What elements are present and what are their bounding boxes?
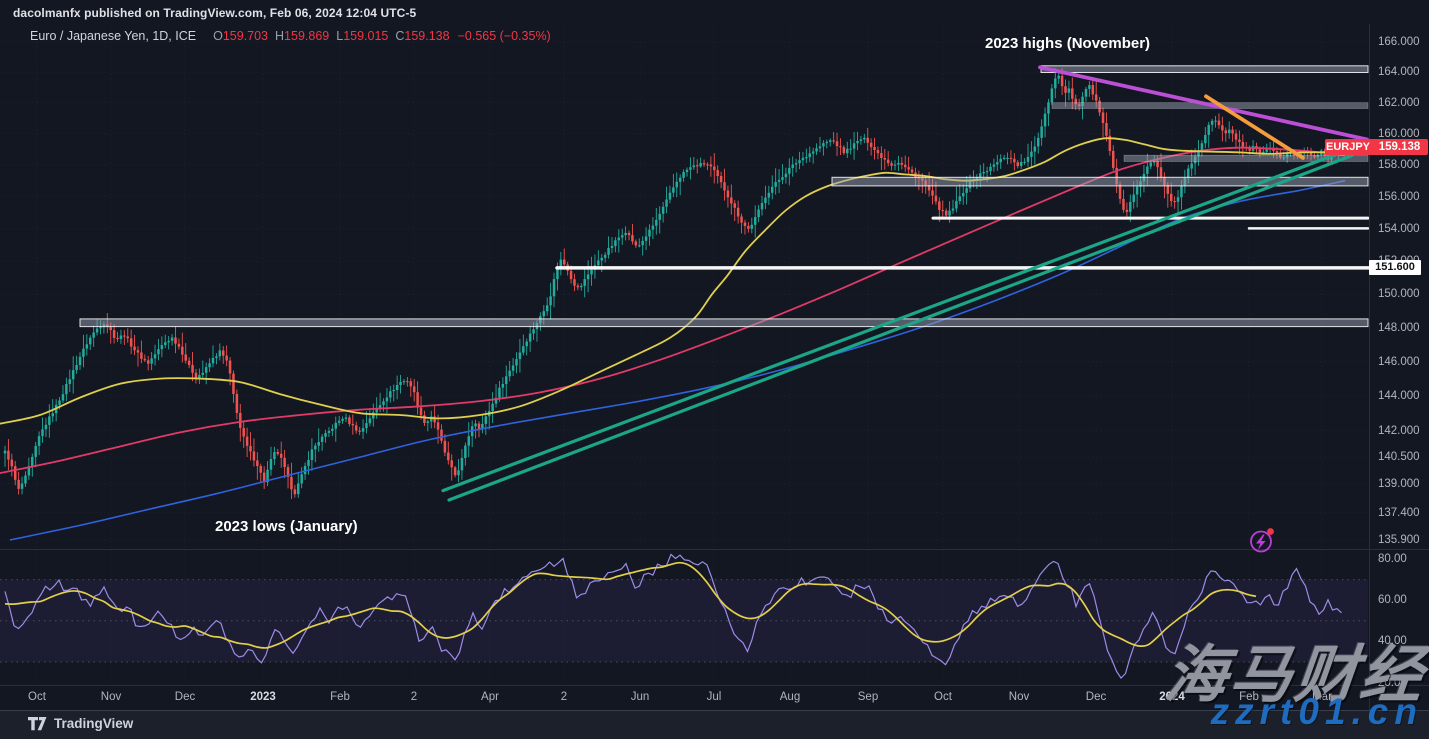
symbol-title[interactable]: Euro / Japanese Yen, 1D, ICE bbox=[30, 29, 196, 43]
flash-ideas-icon[interactable] bbox=[1247, 527, 1277, 555]
moving-averages-layer bbox=[0, 138, 1345, 540]
change-value: −0.565 (−0.35%) bbox=[458, 29, 551, 43]
tradingview-brand-text: TradingView bbox=[54, 716, 133, 731]
tradingview-logo-icon bbox=[28, 717, 47, 731]
tradingview-published-chart: dacolmanfx published on TradingView.com,… bbox=[0, 0, 1429, 739]
ohlc-open-label: O bbox=[213, 29, 223, 43]
notification-dot bbox=[1267, 528, 1274, 535]
ohlc-open-value: 159.703 bbox=[223, 29, 268, 43]
annotation-2023-highs: 2023 highs (November) bbox=[985, 35, 1150, 52]
ohlc-low-value: 159.015 bbox=[343, 29, 388, 43]
ohlc-close-value: 159.138 bbox=[404, 29, 449, 43]
last-price-badge: EURJPY 159.138 bbox=[1325, 139, 1428, 155]
tradingview-brand-link[interactable]: TradingView bbox=[28, 716, 133, 731]
ohlc-high-value: 159.869 bbox=[284, 29, 329, 43]
lightning-bolt-icon bbox=[1256, 535, 1266, 551]
last-price-badge-symbol: EURJPY bbox=[1325, 141, 1371, 153]
attribution-text: dacolmanfx published on TradingView.com,… bbox=[13, 6, 416, 20]
symbol-header: Euro / Japanese Yen, 1D, ICEO159.703H159… bbox=[30, 29, 551, 43]
annotation-2023-lows: 2023 lows (January) bbox=[215, 518, 358, 535]
level-151600-badge: 151.600 bbox=[1369, 260, 1421, 275]
ohlc-high-label: H bbox=[275, 29, 284, 43]
watermark-url: zzrt01.cn bbox=[1211, 691, 1423, 733]
last-price-badge-value: 159.138 bbox=[1371, 141, 1428, 153]
candles-layer bbox=[4, 68, 1347, 499]
rsi-backdrop bbox=[0, 580, 1368, 662]
